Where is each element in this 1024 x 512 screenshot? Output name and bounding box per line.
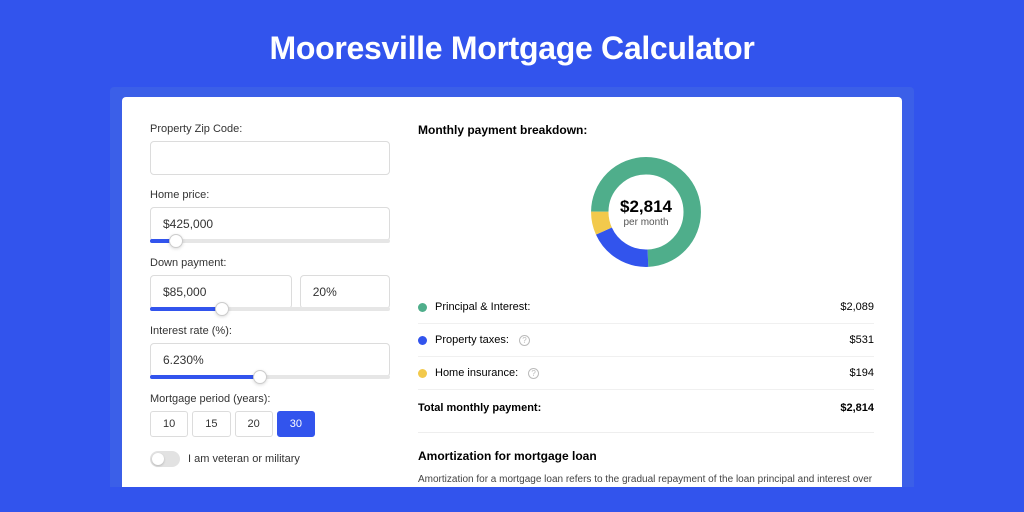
- donut-sublabel: per month: [623, 217, 668, 228]
- info-icon[interactable]: ?: [528, 368, 539, 379]
- period-button-30[interactable]: 30: [277, 411, 315, 437]
- legend-amount-taxes: $531: [850, 334, 874, 346]
- legend-row-taxes: Property taxes:? $531: [418, 324, 874, 357]
- legend-amount-insurance: $194: [850, 367, 874, 379]
- slider-thumb[interactable]: [253, 370, 267, 384]
- zip-field: Property Zip Code:: [150, 123, 390, 175]
- legend-label-taxes: Property taxes:: [435, 334, 509, 346]
- period-button-20[interactable]: 20: [235, 411, 273, 437]
- amortization-text: Amortization for a mortgage loan refers …: [418, 473, 874, 487]
- total-amount: $2,814: [840, 402, 874, 414]
- legend-dot-insurance: [418, 369, 427, 378]
- veteran-label: I am veteran or military: [188, 453, 300, 465]
- breakdown-panel: Monthly payment breakdown: $2,814 per mo…: [418, 123, 874, 487]
- period-field: Mortgage period (years): 10152030: [150, 393, 390, 437]
- form-panel: Property Zip Code: Home price: Down paym…: [150, 123, 390, 487]
- donut-center: $2,814 per month: [585, 151, 707, 273]
- toggle-knob: [152, 453, 164, 465]
- page-title: Mooresville Mortgage Calculator: [0, 0, 1024, 87]
- legend-dot-taxes: [418, 336, 427, 345]
- home-price-field: Home price:: [150, 189, 390, 243]
- rate-field: Interest rate (%):: [150, 325, 390, 379]
- legend-amount-principal: $2,089: [840, 301, 874, 313]
- period-buttons: 10152030: [150, 411, 390, 437]
- veteran-row: I am veteran or military: [150, 451, 390, 467]
- rate-label: Interest rate (%):: [150, 325, 390, 337]
- donut-amount: $2,814: [620, 197, 672, 217]
- zip-label: Property Zip Code:: [150, 123, 390, 135]
- home-price-slider[interactable]: [150, 239, 390, 243]
- breakdown-title: Monthly payment breakdown:: [418, 123, 874, 137]
- amortization-title: Amortization for mortgage loan: [418, 449, 874, 463]
- rate-slider[interactable]: [150, 375, 390, 379]
- total-label: Total monthly payment:: [418, 402, 541, 414]
- home-price-input[interactable]: [150, 207, 390, 241]
- donut-chart: $2,814 per month: [585, 151, 707, 273]
- period-button-15[interactable]: 15: [192, 411, 230, 437]
- slider-thumb[interactable]: [169, 234, 183, 248]
- legend-label-principal: Principal & Interest:: [435, 301, 530, 313]
- down-payment-field: Down payment:: [150, 257, 390, 311]
- veteran-toggle[interactable]: [150, 451, 180, 467]
- rate-input[interactable]: [150, 343, 390, 377]
- card-outer: Property Zip Code: Home price: Down paym…: [110, 87, 914, 487]
- period-button-10[interactable]: 10: [150, 411, 188, 437]
- zip-input[interactable]: [150, 141, 390, 175]
- calculator-card: Property Zip Code: Home price: Down paym…: [122, 97, 902, 487]
- legend: Principal & Interest: $2,089 Property taxe…: [418, 291, 874, 390]
- legend-row-insurance: Home insurance:? $194: [418, 357, 874, 390]
- total-row: Total monthly payment: $2,814: [418, 390, 874, 426]
- home-price-label: Home price:: [150, 189, 390, 201]
- down-payment-slider[interactable]: [150, 307, 390, 311]
- amortization-section: Amortization for mortgage loan Amortizat…: [418, 432, 874, 487]
- down-payment-label: Down payment:: [150, 257, 390, 269]
- donut-chart-wrap: $2,814 per month: [418, 151, 874, 273]
- down-payment-pct-input[interactable]: [300, 275, 390, 309]
- legend-dot-principal: [418, 303, 427, 312]
- period-label: Mortgage period (years):: [150, 393, 390, 405]
- legend-row-principal: Principal & Interest: $2,089: [418, 291, 874, 324]
- legend-label-insurance: Home insurance:: [435, 367, 518, 379]
- info-icon[interactable]: ?: [519, 335, 530, 346]
- slider-thumb[interactable]: [215, 302, 229, 316]
